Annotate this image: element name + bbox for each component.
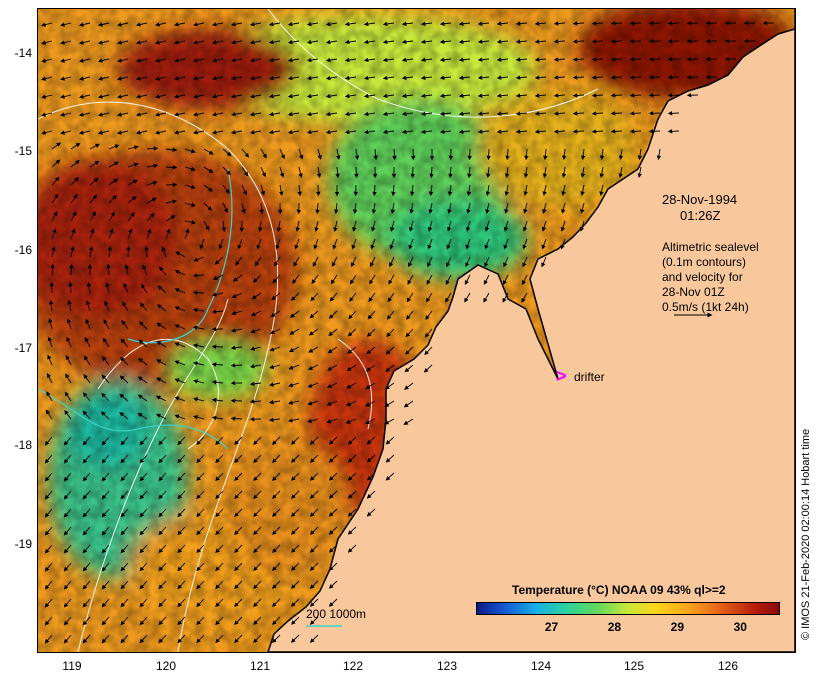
velocity-arrow bbox=[591, 75, 604, 80]
velocity-arrow bbox=[610, 39, 623, 44]
colorbar bbox=[476, 602, 780, 615]
lon-tick: 119 bbox=[62, 659, 82, 673]
velocity-arrow bbox=[144, 245, 149, 258]
colorbar-tick: 30 bbox=[733, 620, 747, 634]
time-label: 01:26Z bbox=[680, 208, 721, 223]
velocity-arrow bbox=[610, 75, 623, 80]
lat-tick: -15 bbox=[14, 144, 32, 158]
velocity-arrow bbox=[572, 75, 585, 80]
velocity-arrow bbox=[486, 148, 491, 161]
velocity-arrow bbox=[165, 165, 178, 170]
altimetry-line: Altimetric sealevel bbox=[662, 240, 759, 254]
lat-tick: -14 bbox=[14, 46, 32, 60]
altimetry-line: and velocity for bbox=[662, 270, 743, 284]
lon-tick: 121 bbox=[249, 659, 271, 673]
velocity-arrow bbox=[572, 111, 585, 116]
colorbar-tick: 27 bbox=[544, 620, 559, 634]
lon-tick: 125 bbox=[623, 659, 645, 673]
velocity-arrow bbox=[629, 111, 642, 116]
velocity-arrow bbox=[610, 93, 623, 98]
velocity-arrow bbox=[629, 129, 642, 134]
velocity-arrow bbox=[572, 21, 585, 26]
lon-tick: 123 bbox=[436, 659, 458, 673]
velocity-arrow bbox=[610, 111, 623, 116]
drifter-label: drifter bbox=[574, 370, 605, 384]
isobath-scale-label: 200 1000m bbox=[306, 607, 367, 621]
velocity-arrow bbox=[591, 21, 604, 26]
sst-map bbox=[37, 8, 796, 653]
date-label: 28-Nov-1994 bbox=[662, 192, 738, 207]
velocity-arrow bbox=[591, 111, 604, 116]
altimetry-line: 0.5m/s (1kt 24h) bbox=[662, 300, 749, 314]
lat-tick: -19 bbox=[14, 537, 32, 551]
credit-label: © IMOS 21-Feb-2020 02:00:14 Hobart time bbox=[800, 428, 812, 640]
velocity-arrow bbox=[591, 93, 604, 98]
colorbar-tick: 29 bbox=[670, 620, 684, 634]
velocity-arrow bbox=[354, 166, 359, 179]
velocity-arrow bbox=[610, 21, 623, 26]
altimetry-line: (0.1m contours) bbox=[662, 255, 747, 269]
colorbar-title: Temperature (°C) NOAA 09 43% ql>=2 bbox=[512, 583, 726, 597]
velocity-arrow bbox=[192, 290, 205, 295]
velocity-arrow bbox=[629, 93, 642, 98]
altimetry-line: 28-Nov 01Z bbox=[662, 285, 725, 299]
altimetry-legend: Altimetric sealevel (0.1m contours) and … bbox=[662, 240, 759, 315]
map-canvas bbox=[38, 9, 795, 652]
velocity-arrow bbox=[572, 93, 585, 98]
velocity-arrow bbox=[429, 166, 434, 179]
velocity-arrow bbox=[192, 273, 205, 278]
lon-tick: 120 bbox=[155, 659, 177, 673]
velocity-arrow bbox=[230, 416, 243, 421]
velocity-arrow bbox=[126, 245, 131, 258]
lat-tick: -16 bbox=[14, 243, 32, 257]
lat-tick: -17 bbox=[14, 341, 32, 355]
velocity-arrow bbox=[572, 57, 585, 62]
velocity-arrow bbox=[591, 57, 604, 62]
velocity-arrow bbox=[591, 129, 604, 134]
velocity-arrow bbox=[629, 75, 642, 80]
drifter-icon: > bbox=[556, 366, 567, 386]
velocity-arrow bbox=[69, 263, 74, 276]
lat-tick: -18 bbox=[14, 438, 32, 452]
lon-tick: 124 bbox=[530, 659, 552, 673]
velocity-arrow bbox=[629, 57, 642, 62]
velocity-arrow bbox=[610, 129, 623, 134]
lon-tick: 122 bbox=[342, 659, 364, 673]
velocity-arrow bbox=[572, 129, 585, 134]
velocity-arrow bbox=[610, 57, 623, 62]
velocity-arrow bbox=[572, 39, 585, 44]
velocity-arrow bbox=[372, 184, 377, 197]
colorbar-tick: 28 bbox=[607, 620, 622, 634]
velocity-arrow bbox=[629, 39, 642, 44]
lon-tick: 126 bbox=[717, 659, 739, 673]
velocity-arrow bbox=[392, 148, 397, 161]
velocity-arrow bbox=[591, 39, 604, 44]
velocity-arrow bbox=[230, 363, 243, 368]
velocity-arrow bbox=[629, 21, 642, 26]
